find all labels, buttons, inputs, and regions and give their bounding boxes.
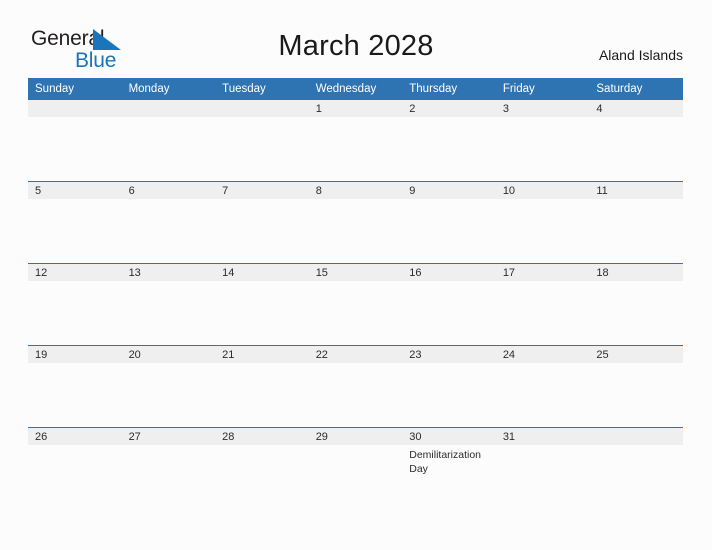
calendar-day-cell[interactable]: 9: [402, 181, 496, 264]
day-number: 6: [121, 182, 216, 199]
calendar-day-cell[interactable]: 21: [215, 345, 309, 428]
calendar-day-cell[interactable]: [28, 100, 122, 182]
day-number: 18: [589, 264, 683, 281]
calendar-day-cell[interactable]: 23: [402, 345, 496, 428]
calendar-day-cell[interactable]: 4: [589, 100, 683, 182]
weekday-header-tuesday: Tuesday: [215, 78, 309, 100]
calendar-day-cell[interactable]: 12: [28, 263, 122, 346]
calendar-day-cell[interactable]: 31: [495, 427, 590, 509]
day-number: 30: [402, 428, 496, 445]
day-number: [215, 100, 309, 117]
day-number: 28: [215, 428, 309, 445]
day-number: 5: [28, 182, 122, 199]
calendar-week-row: 1 2 3 4: [28, 100, 683, 182]
calendar-day-cell[interactable]: 5: [28, 181, 122, 264]
day-number: [121, 100, 216, 117]
day-number: 9: [402, 182, 496, 199]
calendar-day-cell[interactable]: 11: [589, 181, 683, 264]
calendar-day-cell[interactable]: 24: [495, 345, 590, 428]
calendar-day-cell[interactable]: 20: [121, 345, 216, 428]
calendar-day-cell[interactable]: 15: [308, 263, 403, 346]
calendar-week-row: 12 13 14 15 16 17 18: [28, 263, 683, 346]
day-number: 15: [308, 264, 403, 281]
day-number: 19: [28, 346, 122, 363]
weekday-header-friday: Friday: [495, 78, 590, 100]
day-number: 23: [402, 346, 496, 363]
calendar-day-cell[interactable]: 28: [215, 427, 309, 509]
calendar-day-cell[interactable]: 18: [589, 263, 683, 346]
weekday-header-wednesday: Wednesday: [308, 78, 403, 100]
calendar-day-cell[interactable]: 1: [308, 100, 403, 182]
weekday-header-monday: Monday: [121, 78, 216, 100]
day-number: 26: [28, 428, 122, 445]
calendar-day-cell[interactable]: 29: [308, 427, 403, 509]
calendar-day-cell[interactable]: [589, 427, 683, 509]
day-event: Demilitarization Day: [409, 449, 482, 475]
day-number: 27: [121, 428, 216, 445]
calendar-day-cell[interactable]: [215, 100, 309, 182]
weekday-header-saturday: Saturday: [589, 78, 683, 100]
calendar-week-row: 5 6 7 8 9 10 11: [28, 181, 683, 264]
day-number: 31: [495, 428, 590, 445]
day-number: 12: [28, 264, 122, 281]
day-number: 17: [495, 264, 590, 281]
day-number: 11: [589, 182, 683, 199]
calendar-day-cell[interactable]: 25: [589, 345, 683, 428]
calendar-day-cell[interactable]: 16: [402, 263, 496, 346]
day-number: 24: [495, 346, 590, 363]
calendar-day-cell[interactable]: 26: [28, 427, 122, 509]
day-number: [28, 100, 122, 117]
day-number: 29: [308, 428, 403, 445]
weekday-header-sunday: Sunday: [28, 78, 122, 100]
calendar-day-cell[interactable]: 3: [495, 100, 590, 182]
day-number: 4: [589, 100, 683, 117]
day-number: 16: [402, 264, 496, 281]
calendar-day-cell[interactable]: 30 Demilitarization Day: [402, 427, 496, 509]
calendar-day-cell[interactable]: 13: [121, 263, 216, 346]
calendar-body: 1 2 3 4 5 6 7 8 9 10 11 12 13 14 15 16 1…: [28, 100, 683, 509]
calendar-day-cell[interactable]: 14: [215, 263, 309, 346]
day-number: [589, 428, 683, 445]
calendar-day-cell[interactable]: 7: [215, 181, 309, 264]
calendar-day-cell[interactable]: 2: [402, 100, 496, 182]
calendar-table: Sunday Monday Tuesday Wednesday Thursday…: [28, 78, 683, 509]
day-number: 25: [589, 346, 683, 363]
day-number: 13: [121, 264, 216, 281]
calendar-day-cell[interactable]: 19: [28, 345, 122, 428]
weekday-header-thursday: Thursday: [402, 78, 496, 100]
day-number: 8: [308, 182, 403, 199]
calendar-day-cell[interactable]: [121, 100, 216, 182]
calendar-day-cell[interactable]: 6: [121, 181, 216, 264]
day-number: 3: [495, 100, 590, 117]
calendar-week-row: 19 20 21 22 23 24 25: [28, 345, 683, 428]
region-label: Aland Islands: [598, 47, 683, 63]
calendar-day-cell[interactable]: 17: [495, 263, 590, 346]
day-number: 22: [308, 346, 403, 363]
day-number: 20: [121, 346, 216, 363]
day-number: 14: [215, 264, 309, 281]
calendar-day-cell[interactable]: 8: [308, 181, 403, 264]
calendar-week-row: 26 27 28 29 30 Demilitarization Day 31: [28, 427, 683, 509]
calendar-day-cell[interactable]: 22: [308, 345, 403, 428]
day-number: 1: [308, 100, 403, 117]
page-header: General Blue March 2028 Aland Islands: [0, 0, 712, 76]
calendar-day-cell[interactable]: 27: [121, 427, 216, 509]
day-number: 2: [402, 100, 496, 117]
calendar-header-row: Sunday Monday Tuesday Wednesday Thursday…: [28, 78, 683, 100]
day-number: 10: [495, 182, 590, 199]
calendar-day-cell[interactable]: 10: [495, 181, 590, 264]
day-number: 21: [215, 346, 309, 363]
day-number: 7: [215, 182, 309, 199]
